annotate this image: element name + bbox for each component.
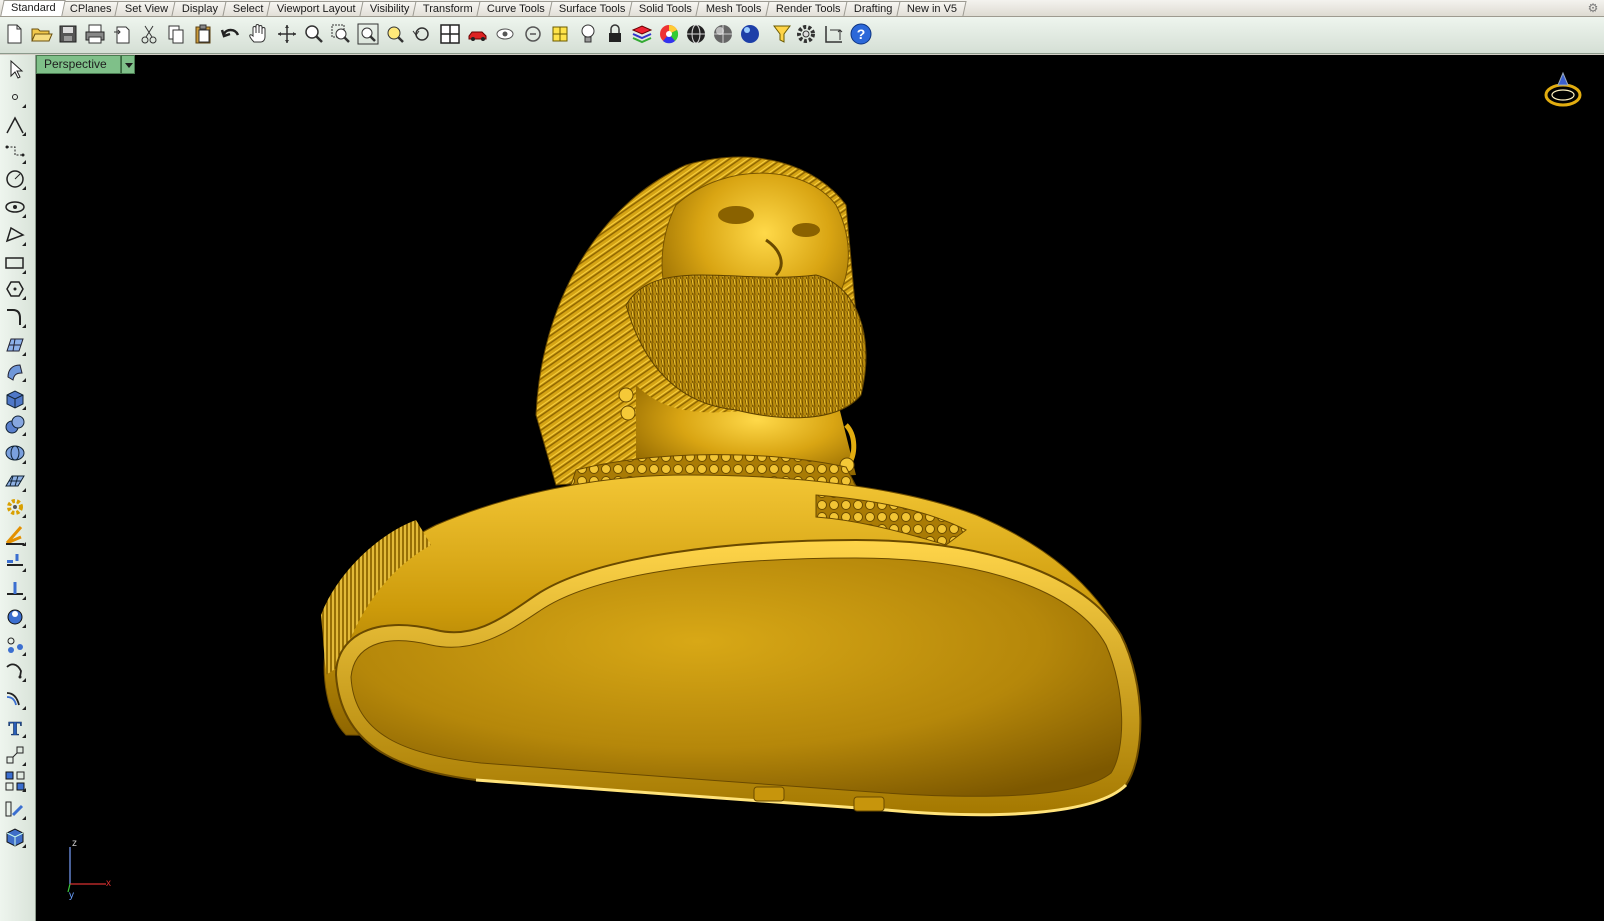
car-icon[interactable]	[466, 22, 490, 46]
import-icon[interactable]	[110, 22, 134, 46]
main-toolbar-column: T »	[0, 55, 36, 921]
fillet-curve-icon[interactable]	[3, 305, 27, 329]
hexagon-icon[interactable]	[3, 277, 27, 301]
tab-drafting[interactable]: Drafting	[843, 1, 903, 16]
undo-view-icon[interactable]	[410, 22, 434, 46]
curve-boolean-icon[interactable]	[3, 605, 27, 629]
save-icon[interactable]	[56, 22, 80, 46]
text-icon[interactable]: T	[3, 715, 27, 739]
lock-icon[interactable]	[603, 22, 627, 46]
tab-display[interactable]: Display	[171, 1, 229, 16]
ellipse-icon[interactable]	[3, 195, 27, 219]
toolbar-tab-strip: Standard CPlanes Set View Display Select…	[0, 0, 1604, 17]
wireframe-sphere-icon[interactable]	[684, 22, 708, 46]
box-solid-icon[interactable]	[3, 387, 27, 411]
axis-x-label: x	[106, 878, 111, 889]
dimension-tool-icon[interactable]	[3, 743, 27, 767]
mesh-icon[interactable]	[3, 441, 27, 465]
tab-cplanes[interactable]: CPlanes	[59, 1, 121, 16]
world-axes-indicator: z x y	[56, 829, 136, 901]
tab-transform[interactable]: Transform	[412, 1, 483, 16]
layer-icon[interactable]	[630, 22, 654, 46]
axis-z-label: z	[72, 838, 77, 849]
color-wheel-icon[interactable]	[657, 22, 681, 46]
polyline-icon[interactable]	[3, 113, 27, 137]
blend-icon[interactable]	[3, 659, 27, 683]
zoom-selected-icon[interactable]	[383, 22, 407, 46]
tab-standard[interactable]: Standard	[0, 0, 66, 16]
tab-curve-tools[interactable]: Curve Tools	[476, 1, 555, 16]
help-icon[interactable]: ?	[849, 22, 873, 46]
svg-text:T: T	[8, 718, 22, 739]
shaded-sphere-icon[interactable]	[711, 22, 735, 46]
zoom-window-icon[interactable]	[329, 22, 353, 46]
cut-icon[interactable]	[137, 22, 161, 46]
open-folder-icon[interactable]	[29, 22, 53, 46]
viewport-title[interactable]: Perspective	[36, 55, 121, 74]
selection-filter-icon[interactable]	[770, 22, 794, 46]
circle-icon[interactable]	[3, 167, 27, 191]
render-box-icon[interactable]	[3, 825, 27, 849]
rotate-view-icon[interactable]	[275, 22, 299, 46]
surface-edit-icon[interactable]	[3, 333, 27, 357]
print-icon[interactable]	[83, 22, 107, 46]
tab-set-view[interactable]: Set View	[114, 1, 179, 16]
svg-text:?: ?	[857, 26, 866, 42]
tab-select[interactable]: Select	[221, 1, 273, 16]
split-icon[interactable]	[3, 577, 27, 601]
paste-icon[interactable]	[191, 22, 215, 46]
new-file-icon[interactable]	[2, 22, 26, 46]
offset-curve-icon[interactable]	[3, 687, 27, 711]
view-navigator-ring-icon[interactable]	[1542, 69, 1584, 111]
zoom-extents-icon[interactable]	[356, 22, 380, 46]
tab-surface-tools[interactable]: Surface Tools	[548, 1, 635, 16]
gold-bust-model[interactable]	[36, 55, 1604, 921]
scale-icon[interactable]	[3, 797, 27, 821]
points-icon[interactable]	[3, 633, 27, 657]
surface-icon[interactable]	[3, 359, 27, 383]
boolean-icon[interactable]	[3, 413, 27, 437]
tab-visibility[interactable]: Visibility	[359, 1, 419, 16]
tab-viewport-layout[interactable]: Viewport Layout	[266, 1, 366, 16]
tab-new-in-v5[interactable]: New in V5	[896, 1, 967, 16]
light-bulb-icon[interactable]	[576, 22, 600, 46]
undo-icon[interactable]	[219, 22, 243, 46]
axis-y-label: y	[69, 890, 74, 901]
dimension-icon[interactable]	[822, 22, 846, 46]
point-icon[interactable]	[3, 85, 27, 109]
curve-icon[interactable]	[3, 141, 27, 165]
analyze-icon[interactable]	[3, 523, 27, 547]
pan-hand-icon[interactable]	[246, 22, 270, 46]
tab-solid-tools[interactable]: Solid Tools	[628, 1, 702, 16]
copy-icon[interactable]	[164, 22, 188, 46]
perspective-viewport[interactable]: Perspective z x y	[36, 55, 1604, 921]
tab-options-gear-icon[interactable]: ⚙	[1586, 1, 1600, 15]
viewport-menu-dropdown-icon[interactable]	[121, 55, 135, 74]
grid-snap-icon[interactable]	[548, 22, 572, 46]
select-arrow-icon[interactable]	[3, 57, 27, 81]
four-viewports-icon[interactable]	[438, 22, 462, 46]
options-gear-icon[interactable]	[794, 22, 818, 46]
tab-render-tools[interactable]: Render Tools	[765, 1, 851, 16]
rectangle-icon[interactable]	[3, 251, 27, 275]
polygon-icon[interactable]	[3, 223, 27, 247]
standard-toolbar: ?	[0, 17, 1604, 54]
zoom-icon[interactable]	[302, 22, 326, 46]
gear-transform-icon[interactable]	[3, 495, 27, 519]
rendered-sphere-icon[interactable]	[738, 22, 762, 46]
array-icon[interactable]	[3, 769, 27, 793]
plane-surface-icon[interactable]	[3, 469, 27, 493]
hide-icon[interactable]	[493, 22, 517, 46]
trim-icon[interactable]	[3, 549, 27, 573]
tab-mesh-tools[interactable]: Mesh Tools	[695, 1, 772, 16]
show-icon[interactable]	[521, 22, 545, 46]
